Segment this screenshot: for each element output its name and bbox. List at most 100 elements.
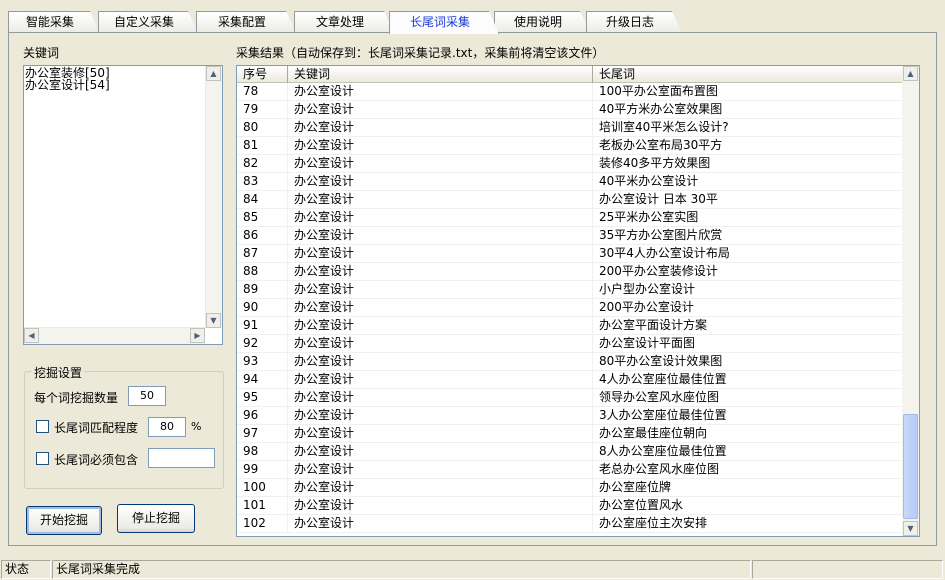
cell-longtail: 25平米办公室实图 [593, 209, 903, 227]
table-row[interactable]: 78 办公室设计 100平办公室面布置图 [237, 83, 903, 101]
table-row[interactable]: 98 办公室设计 8人办公室座位最佳位置 [237, 443, 903, 461]
scroll-up-icon[interactable]: ▲ [903, 66, 918, 81]
tab-custom-collect[interactable]: 自定义采集 [98, 11, 198, 33]
cell-index: 92 [237, 335, 288, 353]
tab-longtail-collect[interactable]: 长尾词采集 [389, 11, 499, 34]
scroll-thumb[interactable] [903, 414, 918, 519]
keyword-list-item[interactable]: 办公室设计[54] [24, 79, 222, 91]
keyword-list-vscrollbar[interactable]: ▲ ▼ [205, 66, 222, 328]
table-row[interactable]: 84 办公室设计 办公室设计 日本 30平 [237, 191, 903, 209]
results-vscrollbar[interactable]: ▲ ▼ [902, 66, 919, 536]
cell-longtail: 100平办公室面布置图 [593, 83, 903, 101]
tab-label: 采集配置 [217, 15, 266, 29]
tab-label: 自定义采集 [113, 15, 174, 29]
include-label: 长尾词必须包含 [54, 453, 139, 467]
cell-index: 89 [237, 281, 288, 299]
scroll-down-icon[interactable]: ▼ [903, 521, 918, 536]
start-mining-button[interactable]: 开始挖掘 [26, 506, 102, 535]
tab-label: 文章处理 [315, 15, 364, 29]
table-row[interactable]: 94 办公室设计 4人办公室座位最佳位置 [237, 371, 903, 389]
table-row[interactable]: 85 办公室设计 25平米办公室实图 [237, 209, 903, 227]
tab-usage-guide[interactable]: 使用说明 [494, 11, 590, 33]
count-label: 每个词挖掘数量 [34, 391, 119, 405]
tab-label: 长尾词采集 [409, 15, 470, 29]
table-row[interactable]: 80 办公室设计 培训室40平米怎么设计? [237, 119, 903, 137]
cell-index: 82 [237, 155, 288, 173]
cell-keyword: 办公室设计 [288, 299, 593, 317]
table-row[interactable]: 82 办公室设计 装修40多平方效果图 [237, 155, 903, 173]
column-header-keyword[interactable]: 关键词 [288, 66, 593, 83]
cell-index: 93 [237, 353, 288, 371]
cell-index: 80 [237, 119, 288, 137]
table-row[interactable]: 91 办公室设计 办公室平面设计方案 [237, 317, 903, 335]
table-row[interactable]: 96 办公室设计 3人办公室座位最佳位置 [237, 407, 903, 425]
table-row[interactable]: 90 办公室设计 200平办公室设计 [237, 299, 903, 317]
scroll-up-icon[interactable]: ▲ [206, 66, 221, 81]
cell-longtail: 200平办公室设计 [593, 299, 903, 317]
cell-longtail: 200平办公室装修设计 [593, 263, 903, 281]
cell-keyword: 办公室设计 [288, 443, 593, 461]
cell-longtail: 8人办公室座位最佳位置 [593, 443, 903, 461]
scroll-down-icon[interactable]: ▼ [206, 313, 221, 328]
tab-bar: 智能采集 自定义采集 采集配置 文章处理 长尾词采集 使用说明 升级日志 [8, 11, 938, 33]
cell-index: 81 [237, 137, 288, 155]
table-row[interactable]: 101 办公室设计 办公室位置风水 [237, 497, 903, 515]
cell-keyword: 办公室设计 [288, 515, 593, 533]
cell-longtail: 培训室40平米怎么设计? [593, 119, 903, 137]
column-header-index[interactable]: 序号 [237, 66, 288, 83]
include-checkbox[interactable] [36, 452, 49, 465]
mining-settings-group: 挖掘设置 每个词挖掘数量 50 长尾词匹配程度 80 % 长尾词必须包含 [24, 364, 224, 489]
table-row[interactable]: 87 办公室设计 30平4人办公室设计布局 [237, 245, 903, 263]
keyword-list-hscrollbar[interactable]: ◀ ▶ [24, 327, 205, 344]
table-row[interactable]: 86 办公室设计 35平方办公室图片欣赏 [237, 227, 903, 245]
match-label: 长尾词匹配程度 [54, 421, 139, 435]
cell-longtail: 办公室最佳座位朝向 [593, 425, 903, 443]
table-row[interactable]: 83 办公室设计 40平米办公室设计 [237, 173, 903, 191]
cell-longtail: 办公室座位牌 [593, 479, 903, 497]
keyword-list[interactable]: 办公室装修[50] 办公室设计[54] ▲ ▼ ◀ ▶ [23, 65, 223, 345]
table-row[interactable]: 89 办公室设计 小户型办公室设计 [237, 281, 903, 299]
count-input[interactable]: 50 [128, 386, 166, 406]
table-row[interactable]: 92 办公室设计 办公室设计平面图 [237, 335, 903, 353]
table-row[interactable]: 93 办公室设计 80平办公室设计效果图 [237, 353, 903, 371]
cell-index: 85 [237, 209, 288, 227]
cell-longtail: 40平米办公室设计 [593, 173, 903, 191]
cell-keyword: 办公室设计 [288, 461, 593, 479]
cell-index: 98 [237, 443, 288, 461]
tab-article-processing[interactable]: 文章处理 [294, 11, 394, 33]
status-label: 状态 [1, 560, 51, 579]
table-row[interactable]: 102 办公室设计 办公室座位主次安排 [237, 515, 903, 533]
tab-changelog[interactable]: 升级日志 [586, 11, 682, 33]
tab-collect-config[interactable]: 采集配置 [196, 11, 296, 33]
tab-label: 智能采集 [25, 15, 74, 29]
table-row[interactable]: 95 办公室设计 领导办公室风水座位图 [237, 389, 903, 407]
table-row[interactable]: 100 办公室设计 办公室座位牌 [237, 479, 903, 497]
cell-index: 94 [237, 371, 288, 389]
column-header-longtail[interactable]: 长尾词 [593, 66, 903, 83]
cell-longtail: 办公室设计平面图 [593, 335, 903, 353]
cell-keyword: 办公室设计 [288, 173, 593, 191]
table-row[interactable]: 99 办公室设计 老总办公室风水座位图 [237, 461, 903, 479]
cell-keyword: 办公室设计 [288, 389, 593, 407]
cell-keyword: 办公室设计 [288, 407, 593, 425]
scroll-left-icon[interactable]: ◀ [24, 328, 39, 343]
cell-keyword: 办公室设计 [288, 245, 593, 263]
cell-longtail: 装修40多平方效果图 [593, 155, 903, 173]
tab-smart-collect[interactable]: 智能采集 [8, 11, 100, 33]
table-row[interactable]: 81 办公室设计 老板办公室布局30平方 [237, 137, 903, 155]
table-row[interactable]: 97 办公室设计 办公室最佳座位朝向 [237, 425, 903, 443]
results-table[interactable]: 序号 关键词 长尾词 78 办公室设计 100平办公室面布置图 79 办公室设计 40平方… [236, 65, 920, 537]
cell-longtail: 3人办公室座位最佳位置 [593, 407, 903, 425]
include-input[interactable] [148, 448, 215, 468]
cell-keyword: 办公室设计 [288, 191, 593, 209]
match-checkbox[interactable] [36, 420, 49, 433]
scroll-right-icon[interactable]: ▶ [190, 328, 205, 343]
match-input[interactable]: 80 [148, 417, 186, 437]
cell-keyword: 办公室设计 [288, 281, 593, 299]
stop-mining-button[interactable]: 停止挖掘 [117, 504, 195, 533]
cell-longtail: 40平方米办公室效果图 [593, 101, 903, 119]
mining-settings-legend: 挖掘设置 [32, 364, 85, 381]
table-row[interactable]: 79 办公室设计 40平方米办公室效果图 [237, 101, 903, 119]
cell-longtail: 办公室座位主次安排 [593, 515, 903, 533]
table-row[interactable]: 88 办公室设计 200平办公室装修设计 [237, 263, 903, 281]
